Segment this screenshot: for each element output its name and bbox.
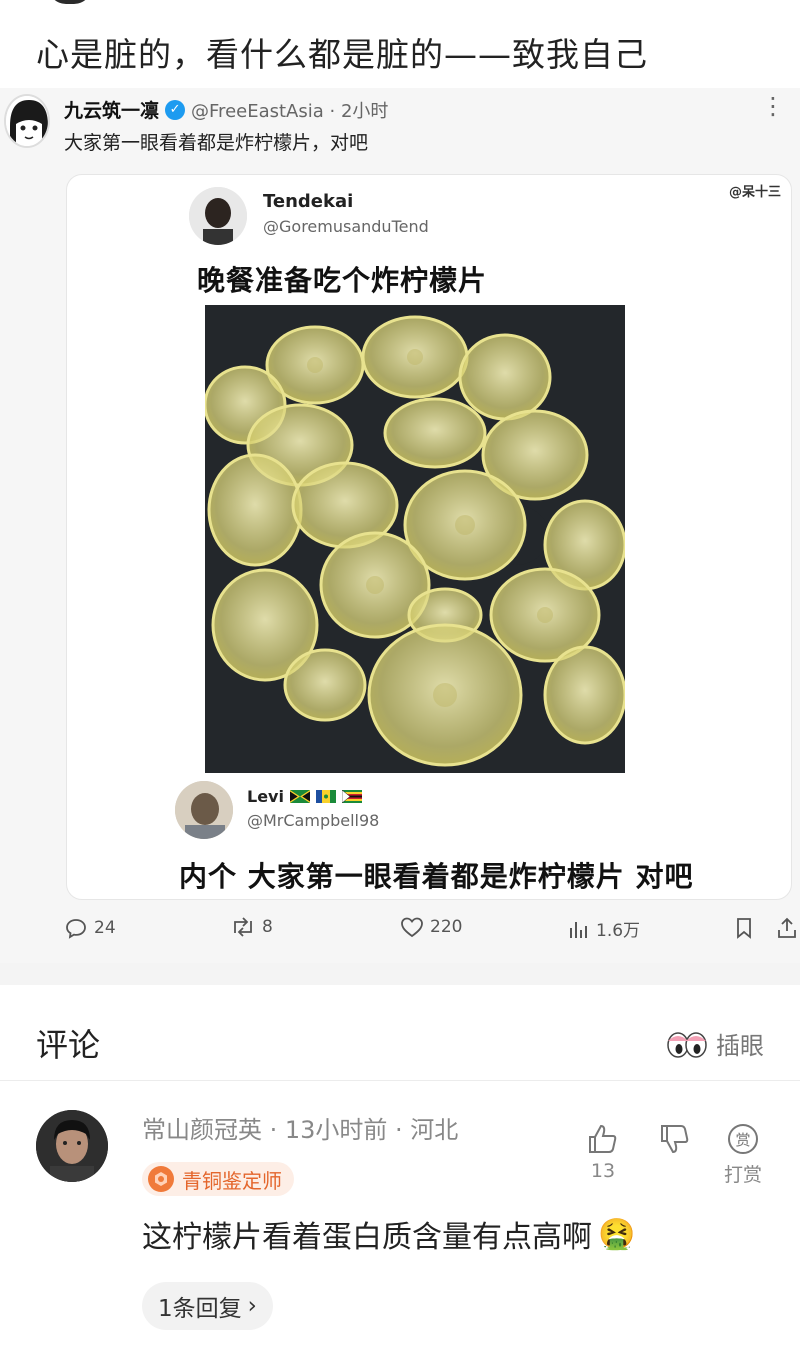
reply-action[interactable]: 24 [64, 916, 116, 940]
comments-header: 评论 [36, 1026, 101, 1064]
quoted-author-avatar [189, 187, 247, 245]
retweet-action[interactable]: 8 [230, 916, 273, 938]
comment-time-location: · 13小时前 · 河北 [262, 1116, 459, 1144]
thumbs-up-icon [589, 1124, 617, 1153]
commenter-avatar[interactable] [36, 1110, 108, 1182]
svg-text:赏: 赏 [735, 1131, 750, 1149]
bookmark-comments-button[interactable]: 插眼 [666, 1026, 764, 1061]
share-action[interactable] [776, 916, 798, 940]
bookmark-action[interactable] [734, 916, 754, 940]
reply-author-avatar [175, 781, 233, 839]
reply-author-row: Levi [247, 787, 362, 806]
bookmark-icon [737, 918, 751, 939]
tweet-author-avatar[interactable] [4, 94, 50, 148]
like-action[interactable]: 220 [400, 916, 462, 938]
comment-text: 这柠檬片看着蛋白质含量有点高啊 🤮 [142, 1212, 635, 1256]
chevron-right-icon: › [247, 1293, 257, 1319]
heart-icon [401, 917, 423, 938]
tweet-author-name[interactable]: 九云筑一凛 [64, 96, 159, 123]
vomit-emoji-icon: 🤮 [598, 1216, 636, 1252]
zimbabwe-flag-icon [341, 790, 362, 803]
views-action[interactable]: 1.6万 [568, 916, 640, 941]
retweet-icon [234, 917, 252, 937]
comment-like-button[interactable]: 13 [586, 1122, 620, 1182]
rank-medal-icon [148, 1166, 174, 1192]
lemon-slices-photo [205, 305, 625, 773]
saint-vincent-flag-icon [315, 790, 336, 803]
reply-author-name: Levi [247, 787, 284, 806]
reward-label: 打赏 [724, 1164, 763, 1186]
comment-reward-button[interactable]: 赏 打赏 [724, 1122, 762, 1187]
top-avatar-partial [48, 0, 92, 4]
comment-like-count: 13 [590, 1160, 616, 1182]
tweet-actions: 24 8 220 1.6万 [0, 916, 800, 948]
comment-dislike-button[interactable] [658, 1122, 692, 1156]
like-count: 220 [430, 917, 463, 937]
bookmark-comments-label: 插眼 [716, 1032, 764, 1060]
rank-badge-label: 青铜鉴定师 [182, 1168, 282, 1193]
commenter-name[interactable]: 常山颜冠英 [142, 1116, 262, 1144]
tweet-screenshot: 九云筑一凛 ✓ @FreeEastAsia · 2小时 ⋮ 大家第一眼看着都是炸… [0, 88, 800, 963]
comment-bubble-icon [66, 919, 86, 939]
retweet-count: 8 [262, 917, 273, 937]
reward-coin-icon: 赏 [728, 1124, 758, 1154]
embedded-image[interactable]: @呆十三 Tendekai @GoremusanduTend 晚餐准备吃个炸柠檬… [66, 174, 792, 900]
divider-line [0, 1080, 800, 1081]
view-replies-button[interactable]: 1条回复 › [142, 1282, 273, 1330]
post-title: 心是脏的，看什么都是脏的——致我自己 [36, 35, 648, 74]
replies-label: 1条回复 [158, 1296, 242, 1322]
quoted-text: 晚餐准备吃个炸柠檬片 [197, 264, 488, 297]
eyes-icon [667, 1031, 707, 1058]
views-count: 1.6万 [596, 921, 641, 941]
tweet-author-handle: @FreeEastAsia · 2小时 [191, 100, 389, 122]
reply-text: 内个 大家第一眼看着都是炸柠檬片 对吧 [179, 860, 694, 893]
reply-count: 24 [94, 918, 116, 938]
thumbs-down-icon [661, 1125, 689, 1154]
comment-meta: 常山颜冠英 · 13小时前 · 河北 [142, 1110, 458, 1145]
user-rank-badge: 青铜鉴定师 [142, 1162, 294, 1196]
reply-author-handle: @MrCampbell98 [247, 811, 380, 830]
jamaica-flag-icon [289, 790, 310, 803]
comment-body: 这柠檬片看着蛋白质含量有点高啊 [142, 1220, 592, 1255]
verified-badge-icon: ✓ [165, 99, 186, 120]
bar-chart-icon [570, 921, 587, 938]
section-divider [0, 963, 800, 985]
more-dots-icon[interactable]: ⋮ [761, 92, 786, 120]
tweet-author-row: 九云筑一凛 ✓ @FreeEastAsia · 2小时 [64, 96, 388, 123]
watermark: @呆十三 [728, 185, 781, 200]
quoted-author-name: Tendekai [263, 191, 354, 212]
share-icon [778, 917, 796, 938]
tweet-text: 大家第一眼看着都是炸柠檬片，对吧 [64, 132, 369, 154]
quoted-author-handle: @GoremusanduTend [263, 217, 429, 236]
